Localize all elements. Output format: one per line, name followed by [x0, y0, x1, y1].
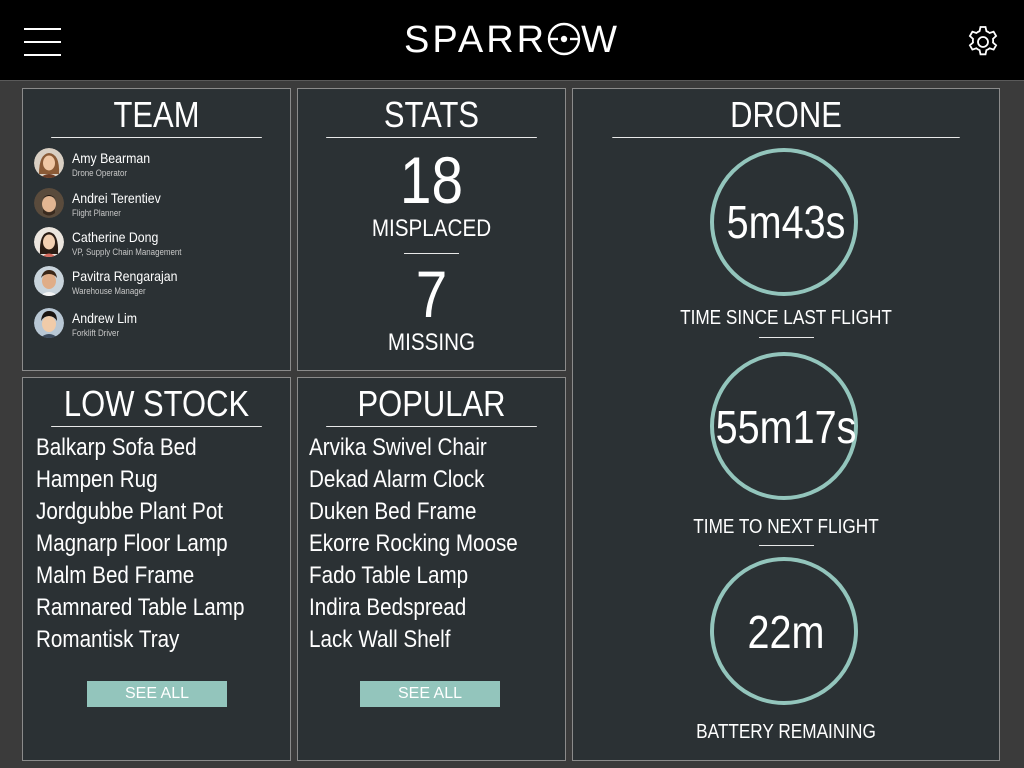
popular-panel: POPULAR Arvika Swivel Chair Dekad Alarm …	[297, 377, 566, 761]
member-name: Pavitra Rengarajan	[72, 268, 178, 284]
list-item[interactable]: Magnarp Floor Lamp	[36, 528, 244, 560]
list-item[interactable]: Jordgubbe Plant Pot	[36, 496, 244, 528]
battery-remaining-label: BATTERY REMAINING	[696, 721, 876, 743]
avatar	[34, 188, 64, 218]
missing-label: MISSING	[387, 329, 476, 356]
low-stock-see-all-button[interactable]: SEE ALL	[87, 681, 227, 707]
member-role: Flight Planner	[72, 208, 121, 218]
member-name: Andrew Lim	[72, 310, 138, 326]
time-to-next-flight-label: TIME TO NEXT FLIGHT	[693, 516, 879, 538]
list-item[interactable]: Duken Bed Frame	[309, 496, 518, 528]
drone-title: DRONE	[612, 95, 960, 138]
crosshair-o-icon	[547, 22, 581, 56]
low-stock-panel: LOW STOCK Balkarp Sofa Bed Hampen Rug Jo…	[22, 377, 291, 761]
list-item[interactable]: Dekad Alarm Clock	[309, 464, 518, 496]
list-item[interactable]: Ekorre Rocking Moose	[309, 528, 518, 560]
list-item[interactable]: Lack Wall Shelf	[309, 624, 518, 656]
member-role: Forklift Driver	[72, 328, 120, 338]
list-item[interactable]: Indira Bedspread	[309, 592, 518, 624]
time-to-next-flight-value: 55m17s	[715, 401, 857, 453]
avatar	[34, 148, 64, 178]
logo-text-right: W	[581, 19, 620, 61]
stats-panel: STATS 18 MISPLACED 7 MISSING	[297, 88, 566, 371]
misplaced-count: 18	[399, 143, 464, 217]
popular-see-all-button[interactable]: SEE ALL	[360, 681, 500, 707]
missing-count: 7	[415, 257, 448, 331]
popular-list: Arvika Swivel Chair Dekad Alarm Clock Du…	[309, 432, 552, 656]
logo-text-left: SPARR	[404, 19, 548, 61]
gear-icon[interactable]	[965, 24, 1001, 60]
drone-divider	[759, 337, 814, 338]
avatar	[34, 308, 64, 338]
member-role: Drone Operator	[72, 168, 128, 178]
member-name: Andrei Terentiev	[72, 190, 161, 206]
popular-title: POPULAR	[326, 384, 537, 427]
time-since-last-flight-value: 5m43s	[726, 196, 846, 248]
list-item[interactable]: Ramnared Table Lamp	[36, 592, 244, 624]
list-item[interactable]: Arvika Swivel Chair	[309, 432, 518, 464]
avatar	[34, 227, 64, 257]
list-item[interactable]: Hampen Rug	[36, 464, 244, 496]
list-item[interactable]: Balkarp Sofa Bed	[36, 432, 244, 464]
list-item[interactable]: Romantisk Tray	[36, 624, 244, 656]
member-name: Catherine Dong	[72, 229, 159, 245]
list-item[interactable]: Fado Table Lamp	[309, 560, 518, 592]
app-logo: SPARR W	[0, 17, 1024, 63]
member-role: Warehouse Manager	[72, 286, 146, 296]
time-since-last-flight-label: TIME SINCE LAST FLIGHT	[680, 307, 892, 329]
team-panel: TEAM Amy Bearman Drone Operator Andrei T…	[22, 88, 291, 371]
drone-panel: DRONE 5m43s TIME SINCE LAST FLIGHT 55m17…	[572, 88, 1000, 761]
low-stock-list: Balkarp Sofa Bed Hampen Rug Jordgubbe Pl…	[36, 432, 278, 656]
battery-remaining-value: 22m	[747, 606, 825, 658]
top-bar: SPARR W	[0, 0, 1024, 81]
team-title: TEAM	[51, 95, 262, 138]
misplaced-label: MISPLACED	[371, 215, 492, 242]
member-role: VP, Supply Chain Management	[72, 247, 182, 257]
member-name: Amy Bearman	[72, 150, 151, 166]
drone-divider	[759, 545, 814, 546]
avatar	[34, 266, 64, 296]
stats-title: STATS	[326, 95, 537, 138]
list-item[interactable]: Malm Bed Frame	[36, 560, 244, 592]
stats-divider	[404, 253, 459, 254]
low-stock-title: LOW STOCK	[51, 384, 262, 427]
